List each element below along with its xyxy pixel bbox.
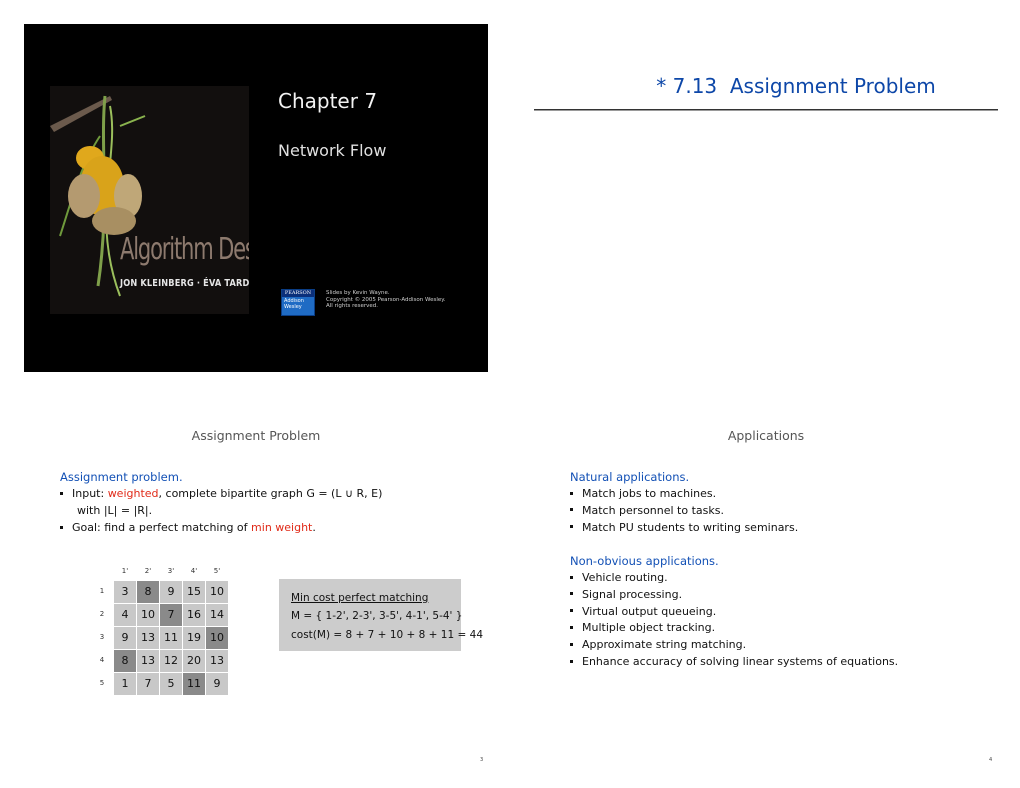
intro-heading: Assignment problem. (60, 470, 183, 484)
matrix-cell-selected: 8 (137, 581, 159, 603)
list-item: Signal processing. (570, 588, 682, 601)
column-label: 1' (121, 567, 129, 575)
book-cover-image: Algorithm Design JON KLEINBERG · ÉVA TAR… (50, 86, 249, 314)
matrix-cell-selected: 7 (160, 604, 182, 626)
bullet-icon (570, 625, 573, 629)
logo-bottom-text: Addison Wesley (284, 298, 304, 310)
book-authors: JON KLEINBERG · ÉVA TARDOS (120, 278, 249, 289)
bullet-icon (570, 642, 573, 646)
list-item-text: Match personnel to tasks. (582, 503, 724, 517)
matrix-cell-selected: 11 (183, 673, 205, 695)
page-number: 4 (989, 757, 993, 763)
row-label: 2 (99, 610, 105, 618)
row-label: 3 (99, 633, 105, 641)
chapter-title: Chapter 7 (278, 89, 378, 113)
matrix-cell: 14 (206, 604, 228, 626)
bullet-icon (570, 508, 573, 512)
column-label: 2' (144, 567, 152, 575)
list-item-text: Match jobs to machines. (582, 487, 717, 500)
bullet-icon (60, 491, 63, 495)
emphasis-text: weighted (107, 487, 159, 500)
list-item: Virtual output queueing. (570, 605, 716, 618)
matrix-cell: 15 (183, 581, 205, 603)
matrix-cell: 1 (114, 673, 136, 695)
emphasis-text: min weight (251, 521, 313, 534)
bullet-text: Goal: find a perfect matching of (72, 521, 252, 534)
matching-set: M = { 1-2', 2-3', 3-5', 4-1', 5-4' } (291, 610, 463, 622)
logo-top-text: PEARSON (282, 290, 314, 297)
bullet-text: . (312, 521, 316, 534)
page-number: 3 (480, 757, 484, 763)
list-item: Enhance accuracy of solving linear syste… (570, 655, 898, 668)
matrix-cell: 12 (160, 650, 182, 672)
list-item: Match personnel to tasks. (570, 504, 724, 517)
list-item-text: Enhance accuracy of solving linear syste… (582, 655, 899, 668)
matrix-cell: 13 (137, 627, 159, 649)
bullet-icon (570, 592, 573, 596)
column-label: 3' (167, 567, 175, 575)
cover-slide: Algorithm Design JON KLEINBERG · ÉVA TAR… (24, 24, 488, 372)
section-title: * 7.13 Assignment Problem (656, 74, 936, 98)
matrix-cell: 16 (183, 604, 205, 626)
chapter-subtitle: Network Flow (278, 141, 387, 160)
credits: Slides by Kevin Wayne. Copyright © 2005 … (326, 290, 446, 309)
list-item-text: Vehicle routing. (582, 571, 668, 584)
matrix-cell: 11 (160, 627, 182, 649)
slide-heading: Applications (727, 428, 805, 443)
list-item-text: Multiple object tracking. (582, 621, 716, 635)
list-item-text: Approximate string matching. (582, 638, 747, 652)
matrix-cell: 19 (183, 627, 205, 649)
row-label: 1 (99, 587, 105, 595)
matrix-cell: 10 (137, 604, 159, 626)
column-label: 4' (190, 567, 198, 575)
bullet-icon (570, 491, 573, 495)
matching-box: Min cost perfect matching M = { 1-2', 2-… (279, 579, 483, 651)
matrix-cell-selected: 8 (114, 650, 136, 672)
bullet-icon (570, 659, 573, 663)
bullet-continuation: with |L| = |R|. (77, 504, 153, 517)
matrix-cell: 20 (183, 650, 205, 672)
bullet-goal: Goal: find a perfect matching of min wei… (60, 521, 316, 534)
matrix-cell: 9 (114, 627, 136, 649)
bullet-icon (570, 575, 573, 579)
bullet-text: , complete bipartite graph G = (L ∪ R, E… (158, 487, 383, 500)
matrix-cell: 13 (206, 650, 228, 672)
matrix-cell: 3 (114, 581, 136, 603)
list-item: Approximate string matching. (570, 638, 746, 651)
nonobvious-heading: Non-obvious applications. (570, 554, 719, 568)
row-label: 5 (99, 679, 105, 687)
matching-cost: cost(M) = 8 + 7 + 10 + 8 + 11 = 44 (291, 629, 483, 641)
matrix-cell: 4 (114, 604, 136, 626)
matrix-cell: 5 (160, 673, 182, 695)
matrix-cell: 7 (137, 673, 159, 695)
bullet-text: Input: (72, 487, 108, 500)
row-label: 4 (99, 656, 105, 664)
matrix-cell: 10 (206, 581, 228, 603)
matrix-cell: 13 (137, 650, 159, 672)
bullet-icon (60, 525, 63, 529)
matrix-cell-selected: 10 (206, 627, 228, 649)
matrix-cell: 9 (160, 581, 182, 603)
publisher-logo: PEARSON Addison Wesley (281, 289, 315, 316)
book-title: Algorithm Design (120, 232, 249, 267)
column-label: 5' (213, 567, 221, 575)
bullet-input: Input: weighted, complete bipartite grap… (60, 487, 382, 500)
list-item: Vehicle routing. (570, 571, 668, 584)
list-item-text: Virtual output queueing. (582, 604, 717, 618)
list-item: Match PU students to writing seminars. (570, 521, 798, 534)
matching-title: Min cost perfect matching (291, 592, 429, 604)
bullet-icon (570, 525, 573, 529)
matrix-cell: 9 (206, 673, 228, 695)
natural-heading: Natural applications. (570, 470, 690, 484)
title-rule (534, 109, 998, 111)
bullet-icon (570, 609, 573, 613)
list-item-text: Signal processing. (582, 587, 683, 601)
list-item: Match jobs to machines. (570, 487, 716, 500)
slide-heading: Assignment Problem (191, 428, 321, 443)
list-item-text: Match PU students to writing seminars. (582, 520, 799, 534)
list-item: Multiple object tracking. (570, 621, 715, 634)
